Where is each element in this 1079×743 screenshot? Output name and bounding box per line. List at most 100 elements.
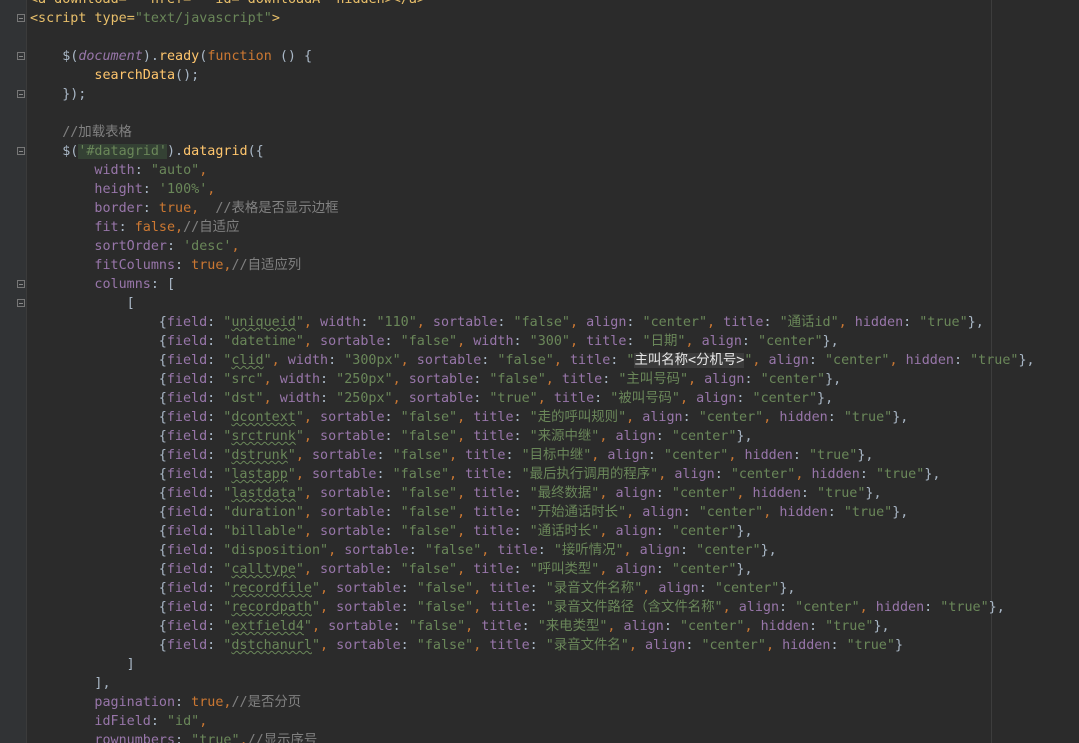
- fold-toggle-icon[interactable]: [17, 147, 25, 155]
- code-line[interactable]: {field: "lastdata", sortable: "false", t…: [0, 484, 1079, 503]
- code-token: : [: [150, 277, 176, 292]
- code-line[interactable]: fit: false,//自适应: [0, 218, 1079, 237]
- code-line[interactable]: {field: "dstchanurl", sortable: "false",…: [0, 636, 1079, 655]
- code-token: "250px": [336, 372, 393, 387]
- code-token: :: [207, 410, 224, 425]
- code-token: {: [158, 391, 167, 406]
- code-token: title: [473, 524, 514, 539]
- code-line[interactable]: [0, 104, 1079, 123]
- code-token: ,: [295, 467, 312, 482]
- code-token: "false": [408, 619, 466, 634]
- code-token: "disposition": [223, 543, 329, 558]
- code-token: :: [207, 600, 224, 615]
- code-token: hidden: [782, 638, 831, 653]
- code-token: sortable: [328, 619, 393, 634]
- code-line[interactable]: <script type="text/javascript">: [0, 9, 1079, 28]
- code-token: sortable: [320, 562, 385, 577]
- code-line[interactable]: rownumbers: "true",//显示序号: [0, 731, 1079, 743]
- code-line[interactable]: idField: "id",: [0, 712, 1079, 731]
- code-token: :: [175, 733, 192, 743]
- fold-toggle-icon[interactable]: [17, 90, 25, 98]
- code-line[interactable]: [: [0, 294, 1079, 313]
- code-line[interactable]: pagination: true,//是否分页: [0, 693, 1079, 712]
- code-line[interactable]: {field: "dstrunk", sortable: "false", ti…: [0, 446, 1079, 465]
- code-line[interactable]: ]: [0, 655, 1079, 674]
- code-token: ,: [728, 448, 745, 463]
- code-editor[interactable]: <a download="" href="" id="downloadA" hi…: [0, 0, 1079, 743]
- code-token: sortable: [320, 505, 385, 520]
- code-token: ,: [553, 353, 570, 368]
- code-line[interactable]: {field: "uniqueid", width: "110", sortab…: [0, 313, 1079, 332]
- code-line[interactable]: {field: "srctrunk", sortable: "false", t…: [0, 427, 1079, 446]
- code-token: :: [376, 448, 393, 463]
- fold-toggle-icon[interactable]: [17, 14, 25, 22]
- code-line[interactable]: {field: "src", width: "250px", sortable:…: [0, 370, 1079, 389]
- code-token: :: [655, 429, 672, 444]
- code-line[interactable]: $('#datagrid').datagrid({: [0, 142, 1079, 161]
- code-token: "src": [223, 372, 264, 387]
- code-token: ": [287, 448, 296, 463]
- code-token: ,: [303, 486, 321, 501]
- code-line[interactable]: {field: "dcontext", sortable: "false", t…: [0, 408, 1079, 427]
- code-line[interactable]: columns: [: [0, 275, 1079, 294]
- code-token: "false": [400, 524, 458, 539]
- code-token: ": [311, 581, 321, 596]
- code-line[interactable]: {field: "lastapp", sortable: "false", ti…: [0, 465, 1079, 484]
- code-line[interactable]: {field: "recordpath", sortable: "false",…: [0, 598, 1079, 617]
- code-line[interactable]: {field: "recordfile", sortable: "false",…: [0, 579, 1079, 598]
- code-token: "true": [875, 467, 925, 482]
- code-token: :: [827, 505, 844, 520]
- code-line[interactable]: //加载表格: [0, 123, 1079, 142]
- code-token: :: [513, 429, 530, 444]
- code-token: :: [663, 619, 680, 634]
- code-text: width: "auto",: [30, 161, 207, 180]
- code-token: align: [623, 619, 664, 634]
- code-token: searchData: [94, 68, 176, 83]
- code-token: title: [473, 505, 514, 520]
- code-line[interactable]: fitColumns: true,//自适应列: [0, 256, 1079, 275]
- code-text: idField: "id",: [30, 712, 207, 731]
- code-token: ,: [320, 638, 337, 653]
- code-line[interactable]: {field: "dst", width: "250px", sortable:…: [0, 389, 1079, 408]
- code-token: "center": [730, 467, 796, 482]
- code-text: });: [30, 85, 86, 104]
- code-token: ,: [457, 562, 474, 577]
- code-token: "false": [392, 448, 450, 463]
- code-line[interactable]: {field: "disposition", sortable: "false"…: [0, 541, 1079, 560]
- code-token: align: [696, 391, 737, 406]
- code-line[interactable]: {field: "duration", sortable: "false", t…: [0, 503, 1079, 522]
- code-token: "true": [817, 486, 866, 501]
- code-line[interactable]: searchData();: [0, 66, 1079, 85]
- code-line[interactable]: {field: "calltype", sortable: "false", t…: [0, 560, 1079, 579]
- code-token: 主叫名称<分机号>: [634, 353, 745, 368]
- code-token: width: [287, 353, 329, 368]
- code-line[interactable]: width: "auto",: [0, 161, 1079, 180]
- code-token: :: [529, 638, 546, 653]
- code-line[interactable]: {field: "extfield4", sortable: "false", …: [0, 617, 1079, 636]
- code-line[interactable]: border: true, //表格是否显示边框: [0, 199, 1079, 218]
- code-line[interactable]: <a download="" href="" id="downloadA" hi…: [0, 0, 1079, 9]
- code-token: :: [808, 353, 825, 368]
- fold-toggle-icon[interactable]: [17, 280, 25, 288]
- code-token: align: [658, 581, 699, 596]
- code-line[interactable]: {field: "clid", width: "300px", sortable…: [0, 351, 1079, 370]
- code-token: :: [792, 448, 809, 463]
- code-token: }: [894, 638, 903, 653]
- code-line[interactable]: $(document).ready(function () {: [0, 47, 1079, 66]
- code-line[interactable]: {field: "billable", sortable: "false", t…: [0, 522, 1079, 541]
- code-token: hidden: [811, 467, 860, 482]
- code-token: ": [263, 353, 272, 368]
- code-line[interactable]: [0, 28, 1079, 47]
- code-text: {field: "recordpath", sortable: "false",…: [30, 598, 1005, 617]
- code-line[interactable]: sortOrder: 'desc',: [0, 237, 1079, 256]
- code-token: "auto": [150, 163, 200, 178]
- fold-toggle-icon[interactable]: [17, 299, 25, 307]
- fold-toggle-icon[interactable]: [17, 52, 25, 60]
- code-line[interactable]: ],: [0, 674, 1079, 693]
- code-token: field: [166, 562, 208, 577]
- code-lines[interactable]: <a download="" href="" id="downloadA" hi…: [0, 0, 1079, 743]
- code-line[interactable]: {field: "datetime", sortable: "false", w…: [0, 332, 1079, 351]
- code-line[interactable]: });: [0, 85, 1079, 104]
- code-token: "录音文件路径（含文件名称": [545, 600, 723, 615]
- code-line[interactable]: height: '100%',: [0, 180, 1079, 199]
